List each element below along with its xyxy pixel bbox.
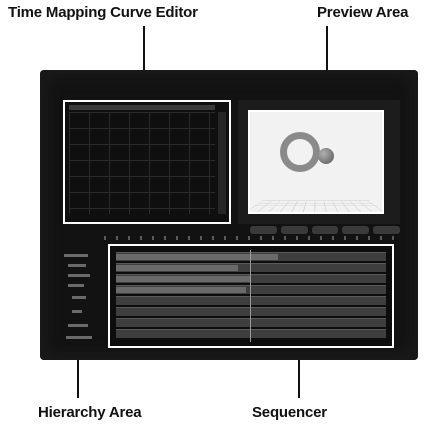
hierarchy-item[interactable]: [68, 324, 88, 327]
sequencer-playhead[interactable]: [250, 250, 251, 342]
sequencer-clip[interactable]: [116, 265, 238, 271]
sequencer-track[interactable]: [116, 296, 386, 305]
hierarchy-item[interactable]: [72, 296, 86, 299]
torus-object-icon: [280, 132, 320, 172]
preview-control-button[interactable]: [342, 226, 370, 234]
hierarchy-item[interactable]: [72, 310, 82, 313]
hierarchy-item[interactable]: [68, 274, 90, 277]
label-curve-editor: Time Mapping Curve Editor: [8, 4, 198, 21]
preview-control-button[interactable]: [280, 226, 308, 234]
curve-editor-panel[interactable]: [63, 100, 231, 224]
sequencer-clip[interactable]: [116, 276, 251, 282]
sequencer-track[interactable]: [116, 274, 386, 283]
sequencer-track[interactable]: [116, 263, 386, 272]
sequencer-track[interactable]: [116, 252, 386, 261]
sequencer-track[interactable]: [116, 318, 386, 327]
sequencer-panel[interactable]: [108, 244, 394, 348]
preview-control-button[interactable]: [311, 226, 339, 234]
preview-floor-grid: [250, 200, 382, 212]
curve-editor-toolbar[interactable]: [69, 105, 215, 110]
hierarchy-item[interactable]: [64, 254, 88, 257]
curve-editor-grid[interactable]: [69, 112, 215, 214]
preview-control-button[interactable]: [373, 226, 400, 234]
sequencer-clip[interactable]: [116, 254, 278, 260]
curve-editor-sidebar[interactable]: [218, 112, 226, 214]
hierarchy-item[interactable]: [68, 264, 86, 267]
hierarchy-panel: [58, 248, 100, 352]
label-preview-area: Preview Area: [317, 4, 409, 21]
label-hierarchy-area: Hierarchy Area: [38, 404, 142, 421]
preview-control-button[interactable]: [250, 226, 277, 234]
sequencer-track[interactable]: [116, 285, 386, 294]
preview-panel[interactable]: [248, 110, 384, 214]
sequencer-clip[interactable]: [116, 287, 246, 293]
hierarchy-item[interactable]: [68, 284, 84, 287]
preview-controls: [250, 226, 400, 234]
hierarchy-item[interactable]: [66, 336, 92, 339]
sequencer-track[interactable]: [116, 307, 386, 316]
sphere-object-icon: [318, 148, 334, 164]
sequencer-time-ruler[interactable]: [104, 236, 404, 240]
label-sequencer: Sequencer: [252, 404, 327, 421]
sequencer-track[interactable]: [116, 329, 386, 338]
